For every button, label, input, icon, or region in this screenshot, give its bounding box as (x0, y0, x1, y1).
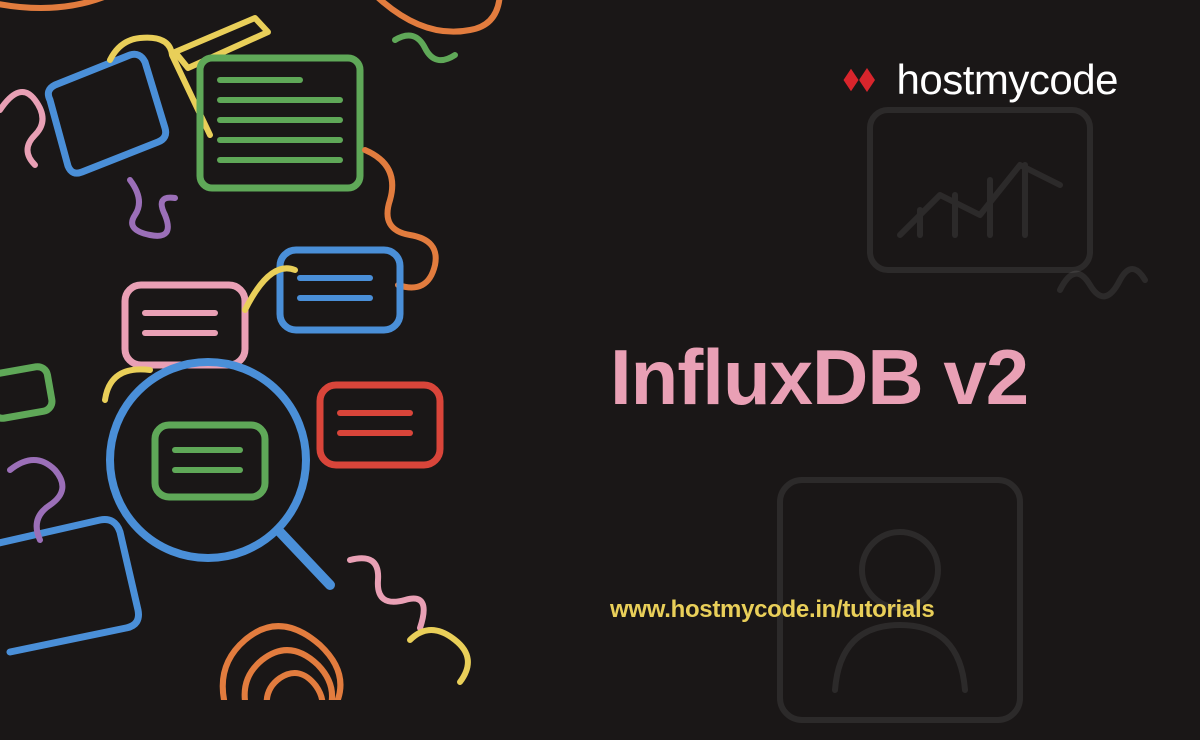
decorative-doodle-art (0, 0, 520, 700)
banner-container: hostmycode InfluxDB v2 www.hostmycode.in… (0, 0, 1200, 700)
url-text: www.hostmycode.in/tutorials (610, 596, 934, 624)
logo-text-mid: my (974, 56, 1029, 103)
page-title: InfluxDB v2 (610, 332, 1028, 423)
bg-squiggle-icon (1050, 240, 1150, 320)
logo-text-right: code (1029, 56, 1118, 103)
doodle-svg (0, 0, 520, 700)
right-content: hostmycode InfluxDB v2 www.hostmycode.in… (560, 0, 1200, 700)
logo-text-left: host (897, 56, 974, 103)
logo-mark-icon (837, 62, 885, 98)
logo-text: hostmycode (897, 56, 1118, 104)
brand-logo: hostmycode (837, 56, 1118, 104)
